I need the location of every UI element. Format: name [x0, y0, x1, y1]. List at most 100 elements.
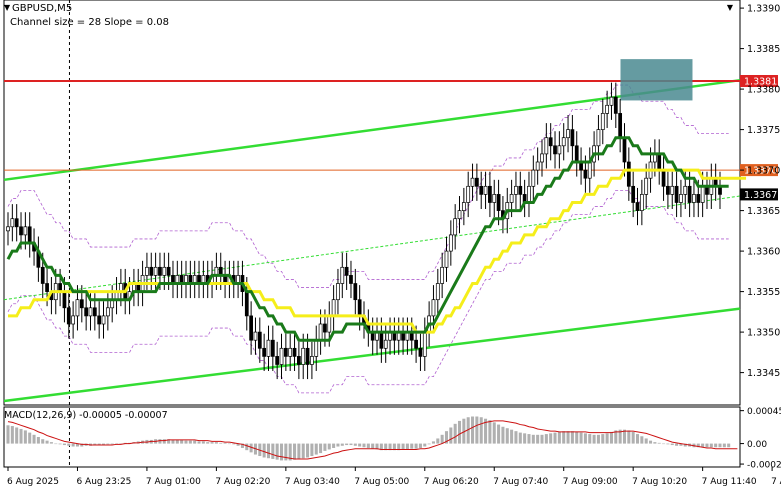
macd-bar — [536, 434, 540, 444]
macd-bar — [583, 433, 587, 444]
macd-bar — [514, 431, 518, 444]
candle-body — [644, 177, 649, 195]
macd-bar — [510, 429, 514, 444]
macd-bar — [592, 434, 596, 444]
candle-body — [483, 185, 488, 195]
y-tick-label: 1.3365 — [747, 206, 780, 217]
macd-bar — [631, 431, 635, 444]
channel-info: Channel size = 28 Slope = 0.08 — [10, 17, 170, 28]
macd-bar — [501, 426, 505, 444]
macd-bar — [10, 426, 14, 444]
x-tick-label: 6 Aug 23:25 — [76, 477, 131, 487]
y-tick-label: 1.3390 — [747, 4, 780, 15]
candle-body — [687, 185, 692, 203]
collapse-arrow-icon[interactable]: ▼ — [4, 3, 10, 12]
resistance-zone — [620, 59, 693, 101]
channel-lower-line — [3, 307, 741, 403]
candle-body — [310, 356, 314, 365]
macd-bar — [345, 443, 349, 446]
candle-body — [40, 266, 45, 284]
y-tick-label: 1.3345 — [747, 368, 780, 379]
macd-bar — [401, 443, 405, 450]
macd-bar — [71, 443, 75, 447]
candle-body — [618, 113, 623, 139]
candle-body — [62, 291, 67, 309]
x-tick-label: 7 Aug 05:00 — [354, 477, 409, 487]
macd-bar — [323, 443, 327, 451]
macd-bar — [540, 434, 544, 444]
candle-body — [331, 299, 336, 317]
macd-bar — [171, 439, 175, 444]
macd-bar — [271, 443, 275, 459]
candle-body — [692, 194, 696, 203]
candle-body — [327, 315, 332, 333]
candle-body — [657, 153, 662, 171]
candle-body — [66, 307, 71, 325]
macd-bar — [158, 439, 162, 444]
macd-bar — [319, 443, 323, 454]
candle-body — [631, 185, 636, 203]
macd-bar — [570, 431, 574, 444]
candle-body — [700, 185, 705, 203]
macd-bar — [479, 417, 483, 444]
macd-bar — [544, 434, 548, 444]
candle-body — [305, 347, 310, 365]
macd-bar — [431, 441, 435, 444]
candle-body — [158, 266, 162, 276]
macd-bar — [449, 427, 453, 444]
candle-body — [440, 266, 445, 284]
candle-body — [479, 185, 484, 195]
macd-bar — [340, 443, 344, 446]
macd-y-tick-label: 0.00045 — [747, 407, 781, 417]
macd-bar — [293, 443, 297, 460]
y-tick-label: 1.3350 — [747, 328, 780, 339]
candle-body — [92, 307, 97, 317]
macd-bar — [358, 443, 362, 447]
candle-body — [461, 202, 466, 211]
candle-body — [19, 226, 23, 236]
candle-body — [88, 307, 93, 317]
macd-bar — [275, 443, 279, 460]
candle-body — [457, 210, 462, 220]
channel-mid-line — [3, 195, 741, 301]
macd-bar — [266, 443, 271, 459]
candle-body — [75, 299, 80, 317]
macd-bar — [23, 430, 27, 444]
macd-bar — [106, 443, 110, 445]
candle-body — [145, 266, 149, 276]
y-tick-label: 1.3370 — [747, 166, 780, 177]
candle-body — [531, 169, 536, 187]
macd-bar — [457, 420, 462, 444]
macd-bar — [596, 434, 600, 444]
macd-bar — [214, 442, 218, 444]
candle-body — [101, 315, 106, 325]
candle-body — [379, 331, 384, 349]
macd-bar — [54, 443, 58, 445]
macd-bar — [653, 442, 657, 444]
macd-bar — [523, 433, 527, 444]
chart-menu-triangle-icon[interactable]: ▼ — [727, 3, 733, 12]
macd-bar — [279, 443, 284, 461]
macd-bar — [162, 439, 166, 444]
macd-bar — [649, 440, 653, 444]
candle-body — [6, 226, 10, 232]
macd-bar — [657, 442, 661, 444]
macd-bar — [518, 432, 522, 444]
macd-bar — [670, 443, 674, 446]
macd-bar — [19, 428, 23, 444]
macd-bar — [566, 431, 570, 444]
candle-body — [275, 356, 280, 365]
candle-body — [570, 129, 575, 147]
candle-body — [10, 218, 15, 228]
macd-bar — [562, 431, 566, 444]
sma-slow-line — [8, 168, 747, 334]
macd-bar — [371, 443, 375, 449]
candle-body — [557, 145, 562, 155]
candle-body — [249, 315, 253, 341]
candle-body — [540, 153, 544, 163]
macd-bar — [505, 428, 509, 444]
candle-body — [45, 283, 49, 292]
x-tick-label: 7 Aug 03:40 — [285, 477, 340, 487]
macd-bar — [579, 432, 583, 444]
macd-bar — [349, 443, 353, 446]
